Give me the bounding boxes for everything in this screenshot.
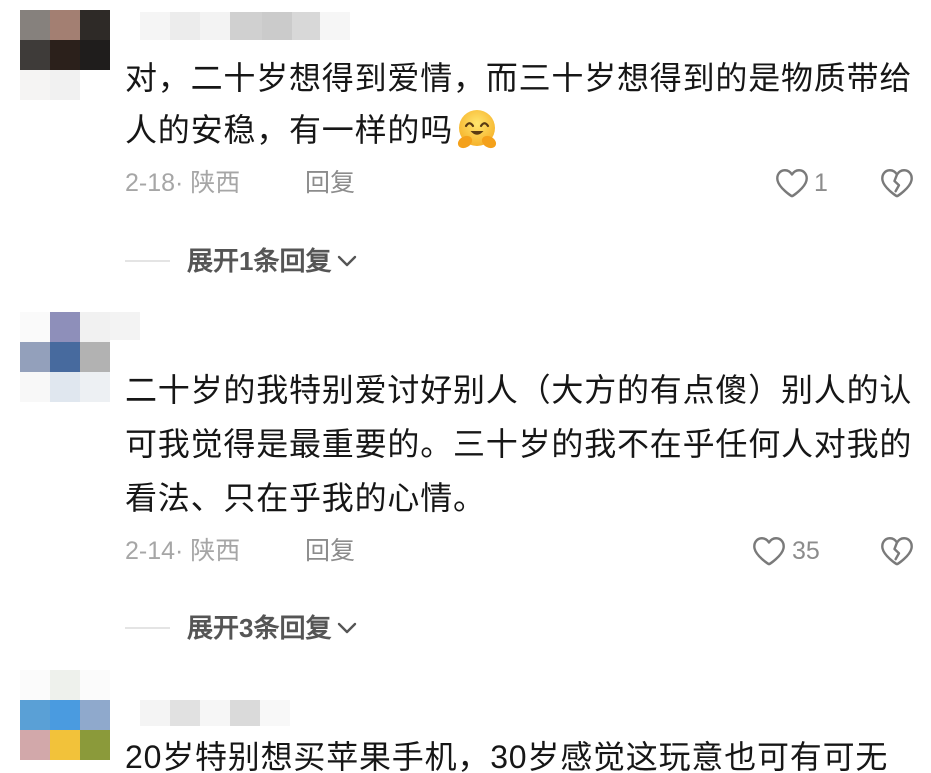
like-count: 1 [814, 169, 828, 197]
username-mosaic-cell [140, 12, 170, 40]
comment-text-segment: 人的安稳，有一样的吗 [125, 112, 454, 148]
avatar-mosaic-cell [80, 700, 110, 730]
avatar-mosaic-cell [50, 372, 80, 402]
avatar[interactable] [20, 670, 110, 760]
username-blurred[interactable] [140, 12, 350, 40]
avatar-mosaic-cell [20, 70, 50, 100]
comment-text-line: 20岁特别想买苹果手机，30岁感觉这玩意也可有可无 [125, 739, 889, 773]
username-mosaic-cell [170, 700, 200, 726]
heart-outline-icon[interactable] [752, 535, 786, 567]
avatar-mosaic-cell [20, 342, 50, 372]
comment-text-line: 二十岁的我特别爱讨好别人（大方的有点傻）别人的认 [125, 372, 913, 408]
hugging-face-emoji [457, 109, 497, 148]
username-mosaic-cell [260, 700, 290, 726]
avatar-mosaic-cell [20, 40, 50, 70]
username-blurred[interactable] [140, 700, 290, 726]
expand-replies-button[interactable]: 展开3条回复 [187, 613, 357, 643]
avatar-mosaic-cell [50, 40, 80, 70]
broken-heart-icon[interactable] [880, 535, 914, 567]
username-mosaic-cell [262, 12, 292, 40]
chevron-down-icon [338, 622, 357, 634]
avatar[interactable] [20, 10, 110, 100]
username-mosaic-cell [200, 12, 230, 40]
comment-date-location: 2-14· 陕西 [125, 537, 241, 565]
broken-heart-icon[interactable] [880, 167, 914, 199]
avatar-mosaic-cell [20, 312, 50, 342]
avatar-mosaic-cell [80, 70, 110, 100]
username-mosaic-cell [110, 312, 140, 340]
avatar-mosaic-cell [80, 670, 110, 700]
username-blurred[interactable] [110, 312, 140, 340]
username-mosaic-cell [140, 700, 170, 726]
avatar-mosaic-cell [20, 10, 50, 40]
avatar-mosaic-cell [20, 372, 50, 402]
reply-button[interactable]: 回复 [305, 536, 355, 566]
expand-replies-button[interactable]: 展开1条回复 [187, 246, 357, 276]
username-mosaic-cell [230, 700, 260, 726]
avatar-mosaic-cell [80, 372, 110, 402]
comment-text-line: 可我觉得是最重要的。三十岁的我不在乎任何人对我的 [125, 426, 913, 462]
username-mosaic-cell [170, 12, 200, 40]
comment-date-location: 2-18· 陕西 [125, 169, 241, 197]
username-mosaic-cell [320, 12, 350, 40]
comment-text-line: 看法、只在乎我的心情。 [125, 480, 486, 516]
avatar-mosaic-cell [20, 730, 50, 760]
comment-list: 对，二十岁想得到爱情，而三十岁想得到的是物质带给 人的安稳，有一样的吗 2-18… [0, 0, 931, 773]
avatar-mosaic-cell [80, 10, 110, 40]
avatar-mosaic-cell [80, 730, 110, 760]
comment-text-line: 人的安稳，有一样的吗 [125, 104, 499, 156]
chevron-down-icon [338, 255, 357, 267]
avatar-mosaic-cell [50, 312, 80, 342]
like-count: 35 [792, 537, 820, 565]
avatar-mosaic-cell [50, 700, 80, 730]
comment-text-line: 对，二十岁想得到爱情，而三十岁想得到的是物质带给 [125, 60, 913, 96]
avatar-mosaic-cell [50, 730, 80, 760]
avatar-mosaic-cell [20, 670, 50, 700]
avatar-mosaic-cell [80, 342, 110, 372]
heart-outline-icon[interactable] [775, 167, 809, 199]
username-mosaic-cell [292, 12, 320, 40]
avatar-mosaic-cell [50, 342, 80, 372]
avatar-mosaic-cell [50, 70, 80, 100]
avatar-mosaic-cell [20, 700, 50, 730]
avatar-mosaic-cell [50, 670, 80, 700]
avatar-mosaic-cell [80, 40, 110, 70]
username-mosaic-cell [230, 12, 262, 40]
divider-line [125, 260, 170, 262]
avatar[interactable] [20, 312, 110, 402]
avatar-mosaic-cell [50, 10, 80, 40]
reply-button[interactable]: 回复 [305, 168, 355, 198]
avatar-mosaic-cell [80, 312, 110, 342]
username-mosaic-cell [200, 700, 230, 726]
expand-replies-label: 展开3条回复 [187, 613, 332, 643]
expand-replies-label: 展开1条回复 [187, 246, 332, 276]
divider-line [125, 627, 170, 629]
